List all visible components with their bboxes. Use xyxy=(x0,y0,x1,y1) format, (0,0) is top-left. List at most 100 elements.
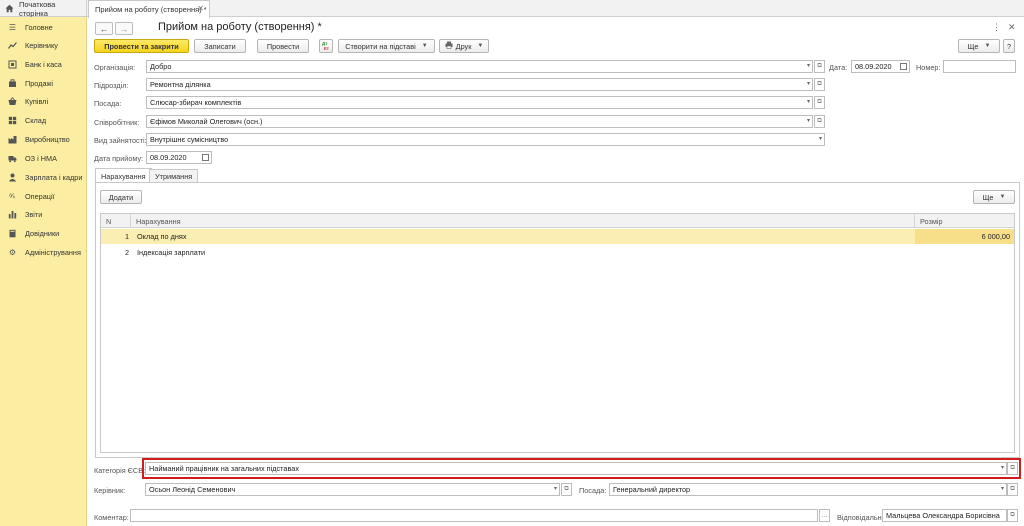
dropdown-icon[interactable]: ▾ xyxy=(554,485,557,492)
sidebar-item-payroll[interactable]: Зарплата і кадри xyxy=(0,169,87,185)
manager-value: Осьон Леонід Семенович xyxy=(149,485,236,494)
open-link-icon[interactable]: ⧉ xyxy=(814,115,825,128)
department-field[interactable]: Ремонтна ділянка ▾ xyxy=(146,78,813,91)
hire-date-label: Дата прийому: xyxy=(94,154,144,163)
more-vertical-icon[interactable]: ⋮ xyxy=(992,22,1001,33)
sidebar-item-admin[interactable]: ⚙ Адміністрування xyxy=(0,244,87,260)
close-icon[interactable]: ✕ xyxy=(197,4,204,13)
dropdown-icon[interactable]: ▾ xyxy=(807,117,810,124)
tab-bar: Початкова сторінка Прийом на роботу (ств… xyxy=(0,0,1024,18)
open-link-icon[interactable]: ⧉ xyxy=(1007,509,1018,522)
table-row[interactable]: 1 Оклад по днях 6 000,00 xyxy=(101,229,1014,244)
post-button[interactable]: Провести xyxy=(257,39,309,53)
sidebar-item-label: Адміністрування xyxy=(25,247,81,257)
sidebar-item-operations[interactable]: ᵃ⁄ₖ Операції xyxy=(0,188,87,204)
table-row[interactable]: 2 Індексація зарплати xyxy=(101,245,1014,260)
sidebar-item-purchases[interactable]: Купівлі xyxy=(0,93,87,109)
dropdown-icon[interactable]: ▾ xyxy=(807,80,810,87)
manager-position-value: Генеральний директор xyxy=(613,485,691,494)
open-link-icon[interactable]: ⧉ xyxy=(1007,483,1018,496)
row-amount[interactable] xyxy=(915,245,1014,260)
dropdown-icon[interactable]: ▾ xyxy=(1001,485,1004,492)
tab-deductions[interactable]: Утримання xyxy=(149,169,199,183)
number-field[interactable] xyxy=(943,60,1016,73)
open-link-icon[interactable]: ⧉ xyxy=(561,483,572,496)
sidebar-item-sales[interactable]: Продажі xyxy=(0,75,87,91)
sidebar-item-directories[interactable]: Довідники xyxy=(0,225,87,241)
svg-text:Кт: Кт xyxy=(324,45,330,49)
organization-field[interactable]: Добро ▾ xyxy=(146,60,813,73)
expand-icon[interactable]: … xyxy=(819,509,830,522)
manager-field[interactable]: Осьон Леонід Семенович ▾ xyxy=(145,483,560,496)
row-accrual-name: Оклад по днях xyxy=(137,232,187,241)
close-icon[interactable]: ✕ xyxy=(1008,22,1016,33)
dropdown-icon[interactable]: ▾ xyxy=(807,98,810,105)
dropdown-icon[interactable]: ▾ xyxy=(807,62,810,69)
caret-down-icon: ▼ xyxy=(999,194,1006,200)
more-button[interactable]: Ще ▼ xyxy=(958,39,1000,53)
person-icon xyxy=(8,173,17,182)
esv-category-value: Найманий працівник на загальних підстава… xyxy=(149,464,299,473)
add-button[interactable]: Додати xyxy=(100,190,142,204)
position-field[interactable]: Слюсар-збирач комплектів ▾ xyxy=(146,96,813,109)
sidebar-item-warehouse[interactable]: Склад xyxy=(0,112,87,128)
forward-button[interactable]: → xyxy=(115,22,133,35)
sidebar-item-manager[interactable]: Керівнику xyxy=(0,37,87,53)
open-link-icon[interactable]: ⧉ xyxy=(814,60,825,73)
column-header-accrual[interactable]: Нарахування xyxy=(131,214,915,228)
date-label: Дата: xyxy=(829,63,848,72)
create-based-on-label: Створити на підставі xyxy=(345,41,416,51)
dropdown-icon[interactable]: ▾ xyxy=(819,135,822,142)
sidebar-item-fixed-assets[interactable]: ОЗ і НМА xyxy=(0,150,87,166)
sidebar-item-label: Головне xyxy=(25,22,53,32)
employee-field[interactable]: Єфімов Миколай Олегович (осн.) ▾ xyxy=(146,115,813,128)
dropdown-icon[interactable]: ▾ xyxy=(1001,464,1004,471)
esv-category-label: Категорія ЄСВ: xyxy=(94,466,146,475)
help-icon: ? xyxy=(1006,41,1012,51)
sidebar-item-label: Купівлі xyxy=(25,96,49,106)
tab-home[interactable]: Початкова сторінка xyxy=(0,0,87,18)
dt-kt-button[interactable]: Дт Кт xyxy=(319,39,333,53)
book-icon xyxy=(8,229,17,238)
print-button[interactable]: Друк ▼ xyxy=(439,39,489,53)
column-header-amount[interactable]: Розмір xyxy=(915,214,1014,228)
comment-field[interactable] xyxy=(130,509,818,522)
sidebar-item-bank[interactable]: Банк і каса xyxy=(0,56,87,72)
sidebar-item-production[interactable]: Виробництво xyxy=(0,131,87,147)
arrow-left-icon: ← xyxy=(99,23,109,34)
esv-category-field[interactable]: Найманий працівник на загальних підстава… xyxy=(145,462,1007,475)
number-label: Номер: xyxy=(916,63,941,72)
column-header-n[interactable]: N xyxy=(101,214,131,228)
position-value: Слюсар-збирач комплектів xyxy=(150,98,242,107)
save-button[interactable]: Записати xyxy=(194,39,246,53)
responsible-field[interactable]: Мальцева Олександра Борисівна xyxy=(882,509,1007,522)
grid-more-button[interactable]: Ще ▼ xyxy=(973,190,1015,204)
calendar-icon[interactable] xyxy=(202,154,209,161)
tab-document[interactable]: Прийом на роботу (створення) * ✕ xyxy=(88,0,210,18)
help-button[interactable]: ? xyxy=(1003,39,1015,53)
manager-position-field[interactable]: Генеральний директор ▾ xyxy=(609,483,1007,496)
tab-accruals[interactable]: Нарахування xyxy=(95,168,152,183)
employment-type-field[interactable]: Внутрішнє сумісництво ▾ xyxy=(146,133,825,146)
open-link-icon[interactable]: ⧉ xyxy=(814,78,825,91)
more-label: Ще xyxy=(967,41,979,51)
sidebar-item-reports[interactable]: Звіти xyxy=(0,206,87,222)
sidebar-item-label: Зарплата і кадри xyxy=(25,172,83,182)
back-button[interactable]: ← xyxy=(95,22,113,35)
sidebar-item-label: Керівнику xyxy=(25,40,58,50)
row-accrual-name: Індексація зарплати xyxy=(137,248,206,257)
date-field[interactable]: 08.09.2020 xyxy=(851,60,910,73)
comment-label: Коментар: xyxy=(94,513,129,522)
hire-date-field[interactable]: 08.09.2020 xyxy=(146,151,212,164)
open-link-icon[interactable]: ⧉ xyxy=(1007,462,1018,475)
sidebar-item-home[interactable]: ☰ Головне xyxy=(0,19,87,35)
print-label: Друк xyxy=(455,41,472,51)
open-link-icon[interactable]: ⧉ xyxy=(814,96,825,109)
post-and-close-button[interactable]: Провести та закрити xyxy=(94,39,189,53)
create-based-on-button[interactable]: Створити на підставі ▼ xyxy=(338,39,435,53)
gear-icon: ⚙ xyxy=(8,247,17,257)
calendar-icon[interactable] xyxy=(900,63,907,70)
sidebar-item-label: Довідники xyxy=(25,228,60,238)
row-amount[interactable]: 6 000,00 xyxy=(915,229,1014,244)
row-number: 1 xyxy=(124,232,129,241)
